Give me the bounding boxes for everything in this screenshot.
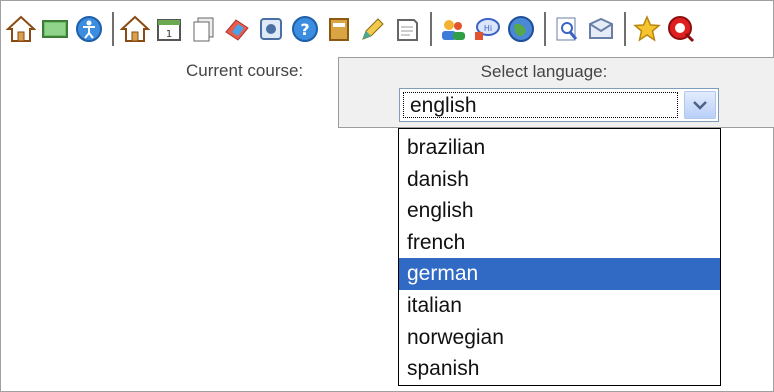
language-option-highlighted[interactable]: german: [399, 258, 720, 290]
language-panel: Select language: english: [338, 57, 774, 128]
toolbar-separator: [544, 12, 546, 46]
toolbar: 1 ? Hi: [5, 5, 773, 53]
language-option[interactable]: brazilian: [399, 132, 720, 164]
language-options-list: brazilian danish english french german i…: [398, 128, 721, 386]
resource-icon[interactable]: [255, 13, 287, 45]
language-option[interactable]: french: [399, 227, 720, 259]
documents-icon[interactable]: [187, 13, 219, 45]
course-home-icon[interactable]: [119, 13, 151, 45]
lesson-icon[interactable]: [221, 13, 253, 45]
mail-icon[interactable]: [585, 13, 617, 45]
chat-icon[interactable]: Hi: [471, 13, 503, 45]
logout-icon[interactable]: [665, 13, 697, 45]
notes-icon[interactable]: [391, 13, 423, 45]
language-title: Select language:: [480, 62, 608, 81]
users-icon[interactable]: [437, 13, 469, 45]
web-icon[interactable]: [505, 13, 537, 45]
svg-text:?: ?: [300, 20, 309, 39]
blackboard-icon[interactable]: [39, 13, 71, 45]
chevron-down-icon[interactable]: [684, 91, 716, 119]
edit-icon[interactable]: [357, 13, 389, 45]
page-frame: 1 ? Hi Current course: Select language: …: [0, 0, 774, 392]
language-select[interactable]: english: [399, 88, 719, 122]
current-course-label: Current course:: [186, 61, 304, 80]
language-option[interactable]: norwegian: [399, 322, 720, 354]
star-icon[interactable]: [631, 13, 663, 45]
toolbar-separator: [624, 12, 626, 46]
language-option[interactable]: spanish: [399, 353, 720, 385]
calendar-icon[interactable]: 1: [153, 13, 185, 45]
language-option[interactable]: danish: [399, 164, 720, 196]
toolbar-separator: [112, 12, 114, 46]
toolbar-separator: [430, 12, 432, 46]
language-option[interactable]: italian: [399, 290, 720, 322]
language-select-value[interactable]: english: [403, 92, 678, 118]
svg-text:1: 1: [166, 29, 172, 40]
binder-icon[interactable]: [323, 13, 355, 45]
svg-text:Hi: Hi: [484, 24, 492, 33]
accessibility-icon[interactable]: [73, 13, 105, 45]
language-option[interactable]: english: [399, 195, 720, 227]
help-icon[interactable]: ?: [289, 13, 321, 45]
home-icon[interactable]: [5, 13, 37, 45]
search-icon[interactable]: [551, 13, 583, 45]
